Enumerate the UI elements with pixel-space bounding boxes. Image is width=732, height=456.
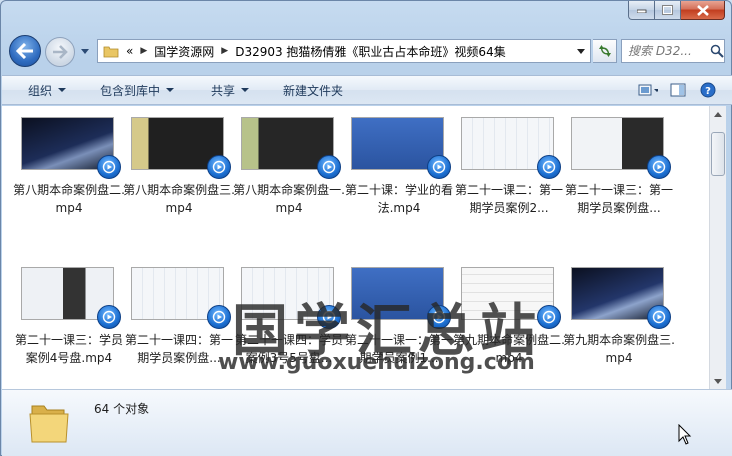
video-player-icon xyxy=(207,305,231,329)
file-name: 第八期本命案例盘三.mp4 xyxy=(123,183,235,215)
object-count: 64 个对象 xyxy=(94,402,150,416)
explorer-window: « ▶ 国学资源网 ▶ D32903 抱猫杨倩雅《职业古占本命班》视频64集 组… xyxy=(0,0,732,456)
search-input[interactable] xyxy=(628,44,710,58)
forward-button[interactable] xyxy=(45,37,75,67)
chevron-down-icon xyxy=(241,88,250,92)
video-player-icon xyxy=(317,155,341,179)
search-box[interactable] xyxy=(621,39,725,63)
refresh-button[interactable] xyxy=(593,39,617,63)
file-item[interactable]: 第二十一课三：学员案例4号盘.mp4 xyxy=(14,259,124,389)
share-menu[interactable]: 共享 xyxy=(211,76,250,104)
video-player-icon xyxy=(537,155,561,179)
video-player-icon xyxy=(207,155,231,179)
chevron-down-icon xyxy=(81,48,89,54)
address-bar[interactable]: « ▶ 国学资源网 ▶ D32903 抱猫杨倩雅《职业古占本命班》视频64集 xyxy=(97,39,591,63)
chevron-down-icon xyxy=(166,88,175,92)
breadcrumb-item-root[interactable]: 国学资源网 xyxy=(150,43,218,60)
video-player-icon xyxy=(647,155,671,179)
include-in-library-menu[interactable]: 包含到库中 xyxy=(100,76,175,104)
view-options-icon xyxy=(638,84,658,96)
recent-pages-dropdown[interactable] xyxy=(79,45,91,57)
svg-text:?: ? xyxy=(705,86,711,97)
video-player-icon xyxy=(647,305,671,329)
scrollbar-thumb[interactable] xyxy=(711,132,725,176)
file-list-area[interactable]: 第八期本命案例盘二.mp4 第八期本命案例盘三.mp4 第八期本命案例盘一.mp4 第… xyxy=(2,106,709,389)
breadcrumb-overflow[interactable]: « xyxy=(122,44,137,58)
maximize-icon xyxy=(662,5,673,15)
watermark-url: www.guoxuehuizong.com xyxy=(218,350,535,375)
navigation-bar: « ▶ 国学资源网 ▶ D32903 抱猫杨倩雅《职业古占本命班》视频64集 xyxy=(1,31,732,71)
help-icon: ? xyxy=(700,82,716,98)
breadcrumb-item-current[interactable]: D32903 抱猫杨倩雅《职业古占本命班》视频64集 xyxy=(231,43,510,60)
breadcrumb-separator-icon[interactable]: ▶ xyxy=(218,46,231,56)
change-view-button[interactable] xyxy=(638,80,658,100)
organize-menu[interactable]: 组织 xyxy=(28,76,67,104)
preview-pane-button[interactable] xyxy=(668,80,688,100)
share-label: 共享 xyxy=(211,83,236,98)
forward-arrow-icon xyxy=(53,45,68,59)
video-player-icon xyxy=(97,155,121,179)
vertical-scrollbar[interactable] xyxy=(709,106,726,389)
scroll-down-button[interactable] xyxy=(710,373,726,389)
chevron-down-icon xyxy=(577,48,585,54)
view-controls: ? xyxy=(638,80,718,100)
back-arrow-icon xyxy=(16,43,33,59)
file-item[interactable]: 第八期本命案例盘三.mp4 xyxy=(123,109,235,239)
file-name: 第八期本命案例盘一.mp4 xyxy=(233,183,345,215)
mouse-cursor-icon xyxy=(678,424,692,445)
file-name: 第九期本命案例盘三.mp4 xyxy=(563,333,675,365)
details-pane: 64 个对象 xyxy=(2,389,732,456)
close-button[interactable] xyxy=(681,1,725,20)
new-folder-label: 新建文件夹 xyxy=(283,83,344,98)
folder-icon xyxy=(29,405,69,443)
breadcrumb-separator-icon[interactable]: ▶ xyxy=(137,46,150,56)
maximize-button[interactable] xyxy=(655,1,681,20)
minimize-icon xyxy=(636,9,646,13)
search-icon[interactable] xyxy=(710,43,724,59)
file-name: 第二十一课三：第一期学员案例盘... xyxy=(564,183,673,215)
help-button[interactable]: ? xyxy=(698,80,718,100)
file-item[interactable]: 第二十课：学业的看法.mp4 xyxy=(344,109,454,239)
chevron-up-icon xyxy=(714,111,722,117)
folder-icon xyxy=(100,40,122,62)
command-bar: 组织 包含到库中 共享 新建文件夹 ? xyxy=(2,75,732,105)
video-player-icon xyxy=(97,305,121,329)
file-name: 第八期本命案例盘二.mp4 xyxy=(13,183,125,215)
file-name: 第二十一课二：第一期学员案例2... xyxy=(454,183,563,215)
close-icon xyxy=(696,4,709,16)
file-item[interactable]: 第二十一课三：第一期学员案例盘... xyxy=(564,109,674,239)
file-item[interactable]: 第九期本命案例盘三.mp4 xyxy=(563,259,675,389)
scroll-up-button[interactable] xyxy=(710,106,726,122)
organize-label: 组织 xyxy=(28,83,53,98)
include-in-library-label: 包含到库中 xyxy=(100,83,161,98)
address-dropdown[interactable] xyxy=(572,40,590,62)
preview-pane-icon xyxy=(670,83,686,97)
file-item[interactable]: 第八期本命案例盘一.mp4 xyxy=(233,109,345,239)
back-button[interactable] xyxy=(9,35,41,67)
refresh-icon xyxy=(598,45,611,57)
file-name: 第二十一课三：学员案例4号盘.mp4 xyxy=(14,333,123,365)
video-player-icon xyxy=(427,155,451,179)
file-item[interactable]: 第二十一课二：第一期学员案例2... xyxy=(454,109,564,239)
file-name: 第二十课：学业的看法.mp4 xyxy=(344,183,453,215)
chevron-down-icon xyxy=(714,378,722,384)
caption-buttons xyxy=(628,1,725,21)
new-folder-button[interactable]: 新建文件夹 xyxy=(283,76,343,104)
file-item[interactable]: 第八期本命案例盘二.mp4 xyxy=(13,109,125,239)
minimize-button[interactable] xyxy=(628,1,655,20)
chevron-down-icon xyxy=(58,88,67,92)
